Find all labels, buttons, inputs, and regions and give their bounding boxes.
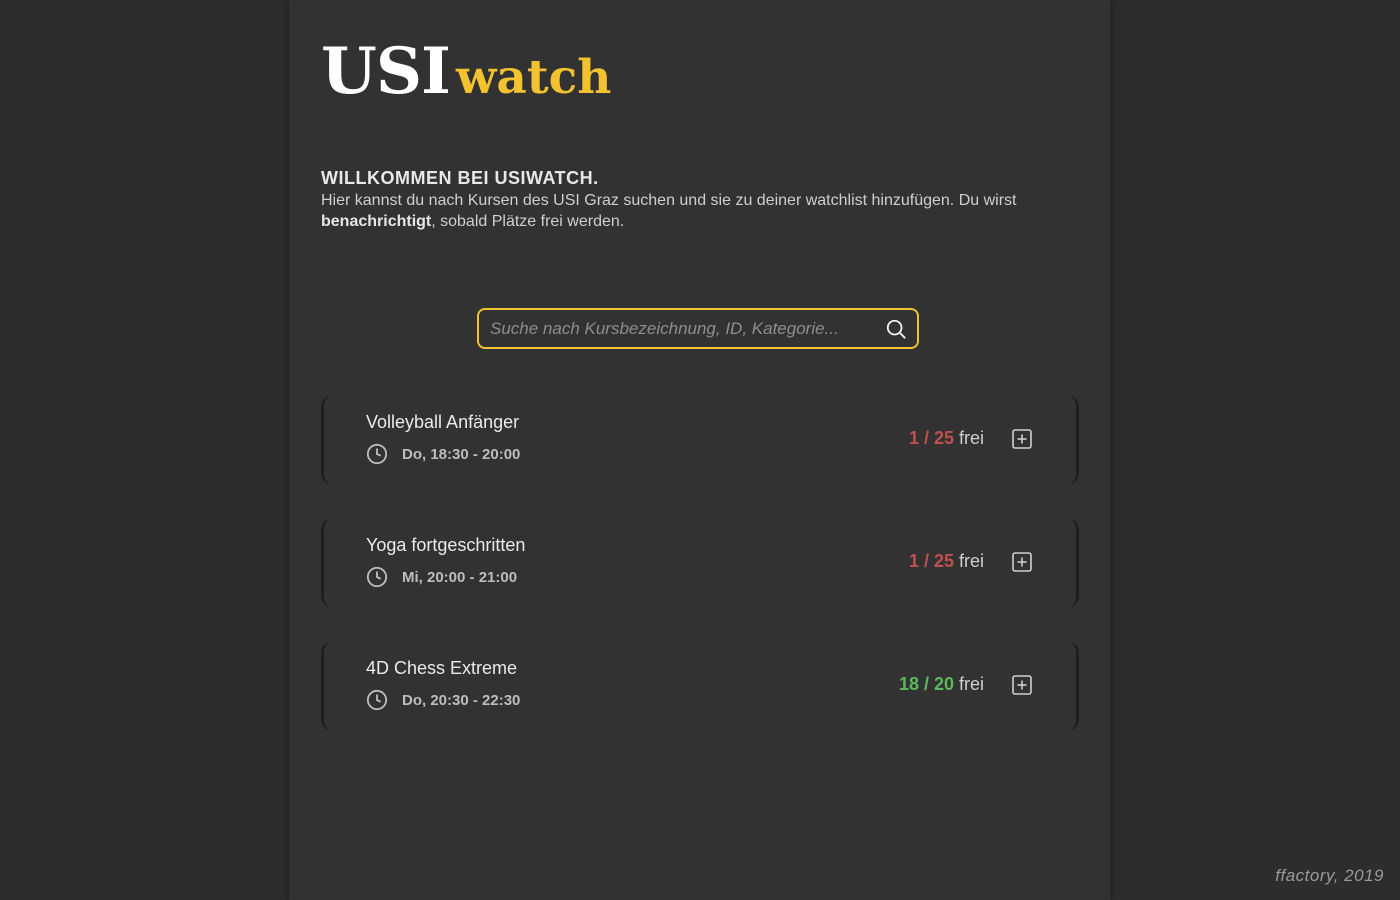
course-time: Mi, 20:00 - 21:00 [366,566,517,588]
logo-sub-text: watch [455,50,612,105]
search-box [477,308,919,349]
availability: 18 / 20 frei [899,674,984,695]
availability: 1 / 25 frei [909,551,984,572]
app-logo: USI watch [321,34,611,109]
clock-icon [366,566,388,588]
availability-label: frei [958,428,984,448]
logo-main-text: USI [321,34,451,109]
search-icon[interactable] [885,318,907,340]
course-card: Volleyball Anfänger Do, 18:30 - 20:00 1 … [321,395,1079,485]
course-time-text: Do, 18:30 - 20:00 [402,445,521,463]
course-name: 4D Chess Extreme [366,658,518,678]
clock-icon [366,689,388,711]
search-input[interactable] [479,310,885,347]
course-card: 4D Chess Extreme Do, 20:30 - 22:30 18 / … [321,641,1079,731]
welcome-text-before: Hier kannst du nach Kursen des USI Graz … [321,192,1017,209]
add-to-watchlist-icon[interactable] [1012,552,1032,572]
add-to-watchlist-icon[interactable] [1012,429,1032,449]
course-name: Volleyball Anfänger [366,412,520,432]
welcome-title: WILLKOMMEN BEI USIWATCH. [321,168,599,188]
availability: 1 / 25 frei [909,428,984,449]
course-time-text: Do, 20:30 - 22:30 [402,691,521,709]
availability-count: 1 / 25 [908,551,954,571]
welcome-text-after: , sobald Plätze frei werden. [431,213,625,230]
welcome-text: Hier kannst du nach Kursen des USI Graz … [321,190,1091,232]
course-time: Do, 18:30 - 20:00 [366,443,520,465]
welcome-text-bold: benachrichtigt [321,213,432,230]
course-name: Yoga fortgeschritten [366,535,526,555]
clock-icon [366,443,388,465]
availability-count: 1 / 25 [908,428,954,448]
footer-credit: ffactory, 2019 [1275,866,1384,885]
course-time-text: Mi, 20:00 - 21:00 [402,568,518,586]
availability-label: frei [958,551,984,571]
course-time: Do, 20:30 - 22:30 [366,689,520,711]
course-card: Yoga fortgeschritten Mi, 20:00 - 21:00 1… [321,518,1079,608]
availability-count: 18 / 20 [898,674,954,694]
availability-label: frei [958,674,984,694]
add-to-watchlist-icon[interactable] [1012,675,1032,695]
